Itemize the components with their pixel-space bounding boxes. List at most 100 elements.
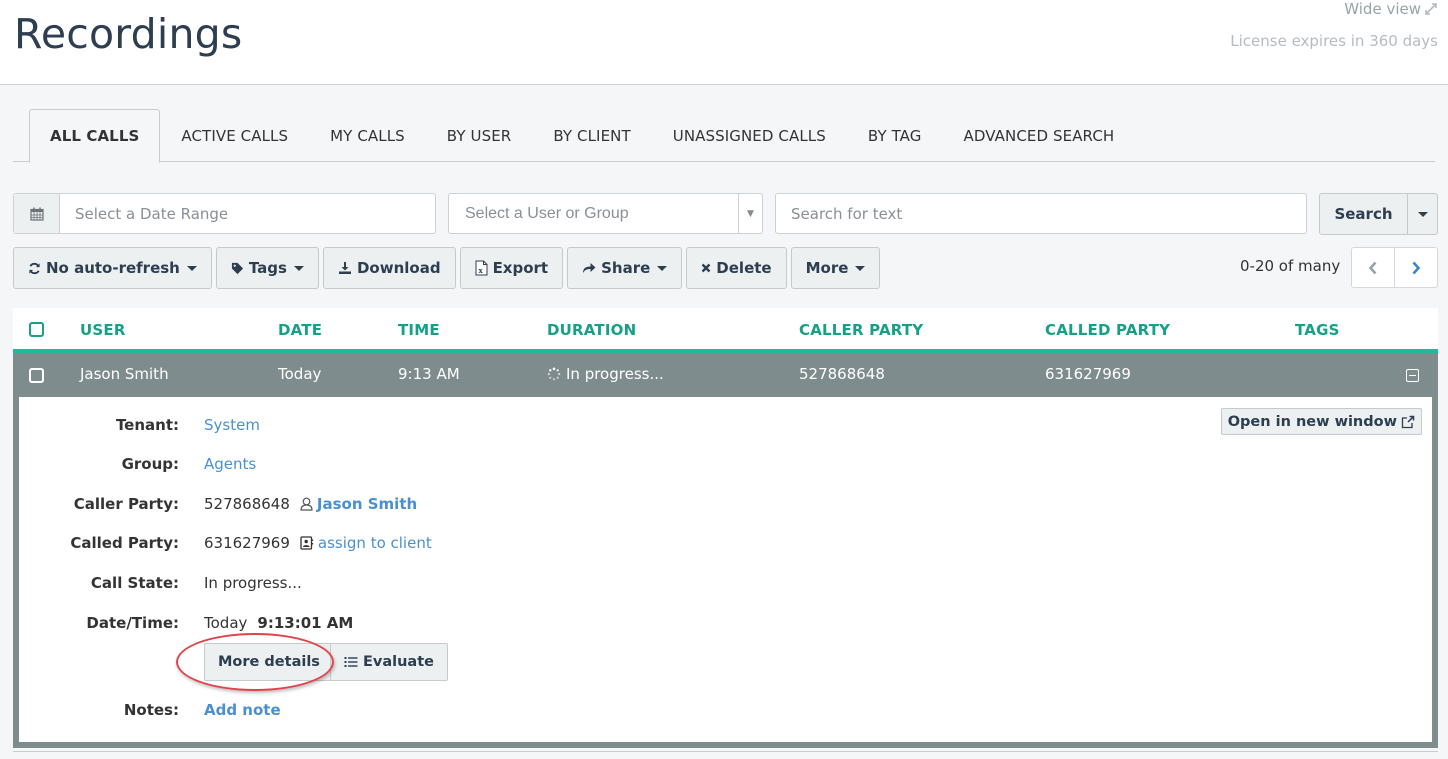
tab-active-calls[interactable]: ACTIVE CALLS [160, 109, 309, 162]
group-value: Agents [204, 455, 256, 473]
collapse-row-icon[interactable] [1406, 369, 1419, 382]
text-search-input[interactable] [775, 193, 1307, 234]
called-party-value: 631627969 assign to client [204, 534, 432, 552]
called-number: 631627969 [204, 534, 290, 552]
open-in-new-window-label: Open in new window [1227, 413, 1397, 430]
tag-icon [231, 262, 243, 274]
recordings-table: USER DATE TIME DURATION CALLER PARTY CAL… [13, 308, 1438, 748]
export-button[interactable]: x Export [459, 247, 564, 289]
chevron-down-icon [657, 265, 668, 271]
page-header: Recordings Wide view License expires in … [0, 0, 1448, 85]
table-bottom-divider [13, 751, 1438, 752]
row-checkbox[interactable] [29, 368, 44, 383]
pagination-controls [1351, 247, 1438, 288]
excel-file-icon: x [475, 260, 488, 276]
called-party-label: Called Party: [70, 534, 179, 552]
cell-duration: In progress... [547, 365, 664, 383]
date-time-value: Today 9:13:01 AM [204, 614, 353, 632]
wide-view-toggle[interactable]: Wide view [1344, 0, 1438, 18]
search-options-dropdown[interactable] [1408, 194, 1437, 234]
more-button[interactable]: More [790, 247, 881, 289]
tab-all-calls[interactable]: ALL CALLS [29, 109, 161, 163]
row-detail-panel: Open in new window Tenant: System Group:… [13, 397, 1438, 748]
tab-by-user[interactable]: BY USER [426, 109, 533, 162]
column-header-user[interactable]: USER [80, 321, 126, 339]
calendar-button[interactable] [14, 194, 60, 233]
caller-party-label: Caller Party: [73, 495, 179, 513]
assign-client-link[interactable]: assign to client [300, 534, 432, 552]
auto-refresh-label: No auto-refresh [46, 259, 180, 277]
next-page-button[interactable] [1395, 248, 1437, 287]
call-time: 9:13:01 AM [257, 614, 354, 632]
tab-bar: ALL CALLS ACTIVE CALLS MY CALLS BY USER … [13, 109, 1435, 163]
column-header-called-party[interactable]: CALLED PARTY [1045, 321, 1170, 339]
tab-advanced-search[interactable]: ADVANCED SEARCH [943, 109, 1136, 162]
evaluate-button[interactable]: Evaluate [330, 643, 448, 681]
table-row[interactable]: Jason Smith Today 9:13 AM In progress...… [13, 353, 1438, 397]
delete-button[interactable]: Delete [686, 247, 787, 289]
add-note-link[interactable]: Add note [204, 701, 281, 719]
notes-label: Notes: [123, 701, 179, 719]
date-time-label: Date/Time: [86, 614, 179, 632]
call-date: Today [204, 614, 248, 632]
tenant-label: Tenant: [115, 416, 179, 434]
column-header-tags[interactable]: TAGS [1295, 321, 1340, 339]
expand-icon [1425, 3, 1437, 15]
external-link-icon [1401, 415, 1415, 428]
call-state-value: In progress... [204, 574, 302, 592]
open-in-new-window-button[interactable]: Open in new window [1220, 408, 1422, 435]
assign-client-label[interactable]: assign to client [318, 534, 432, 552]
row-detail-content: Open in new window Tenant: System Group:… [19, 397, 1432, 742]
tags-label: Tags [248, 259, 287, 277]
call-state-label: Call State: [90, 574, 179, 592]
download-button[interactable]: Download [322, 247, 456, 289]
chevron-left-icon [1368, 261, 1377, 274]
auto-refresh-button[interactable]: No auto-refresh [13, 247, 212, 289]
column-header-date[interactable]: DATE [278, 321, 322, 339]
search-button[interactable]: Search [1320, 194, 1408, 234]
contact-card-icon [300, 536, 314, 550]
page-title: Recordings [14, 10, 243, 58]
caller-number: 527868648 [204, 495, 290, 513]
pagination-range: 0-20 of many [1240, 257, 1341, 275]
tenant-link[interactable]: System [204, 416, 260, 434]
search-button-group: Search [1319, 193, 1438, 235]
group-link[interactable]: Agents [204, 455, 256, 473]
chevron-right-icon [1412, 261, 1421, 274]
dropdown-caret-icon[interactable]: ▼ [738, 194, 762, 233]
more-details-button[interactable]: More details [204, 643, 334, 681]
calendar-icon [29, 207, 44, 221]
tab-by-tag[interactable]: BY TAG [847, 109, 943, 162]
duration-text: In progress... [566, 365, 664, 383]
export-label: Export [492, 259, 549, 277]
select-all-checkbox[interactable] [29, 322, 44, 337]
share-button[interactable]: Share [567, 247, 683, 289]
cell-date: Today [278, 365, 322, 383]
date-range-picker [13, 193, 436, 234]
evaluate-label: Evaluate [363, 654, 434, 670]
column-header-time[interactable]: TIME [398, 321, 440, 339]
column-header-duration[interactable]: DURATION [547, 321, 636, 339]
table-header: USER DATE TIME DURATION CALLER PARTY CAL… [13, 308, 1438, 353]
tab-unassigned-calls[interactable]: UNASSIGNED CALLS [652, 109, 847, 162]
tab-my-calls[interactable]: MY CALLS [309, 109, 426, 162]
filter-bar: Select a User or Group ▼ Search [13, 193, 1438, 235]
chevron-down-icon [293, 265, 304, 271]
spinner-icon [547, 367, 561, 381]
tab-by-client[interactable]: BY CLIENT [532, 109, 651, 162]
caller-user-link[interactable]: Jason Smith [300, 495, 417, 513]
caller-name[interactable]: Jason Smith [317, 495, 417, 513]
date-range-input[interactable] [60, 194, 435, 233]
share-label: Share [601, 259, 651, 277]
more-label: More [805, 259, 849, 277]
close-icon [701, 263, 711, 273]
cell-user: Jason Smith [80, 365, 169, 383]
user-group-select[interactable]: Select a User or Group ▼ [448, 193, 763, 234]
tags-button[interactable]: Tags [215, 247, 319, 289]
previous-page-button[interactable] [1352, 248, 1395, 287]
license-status: License expires in 360 days [1230, 32, 1438, 50]
cell-caller-party: 527868648 [799, 365, 885, 383]
action-toolbar: No auto-refresh Tags Download x Export S… [13, 247, 881, 289]
user-group-placeholder: Select a User or Group [465, 204, 629, 222]
column-header-caller-party[interactable]: CALLER PARTY [799, 321, 923, 339]
